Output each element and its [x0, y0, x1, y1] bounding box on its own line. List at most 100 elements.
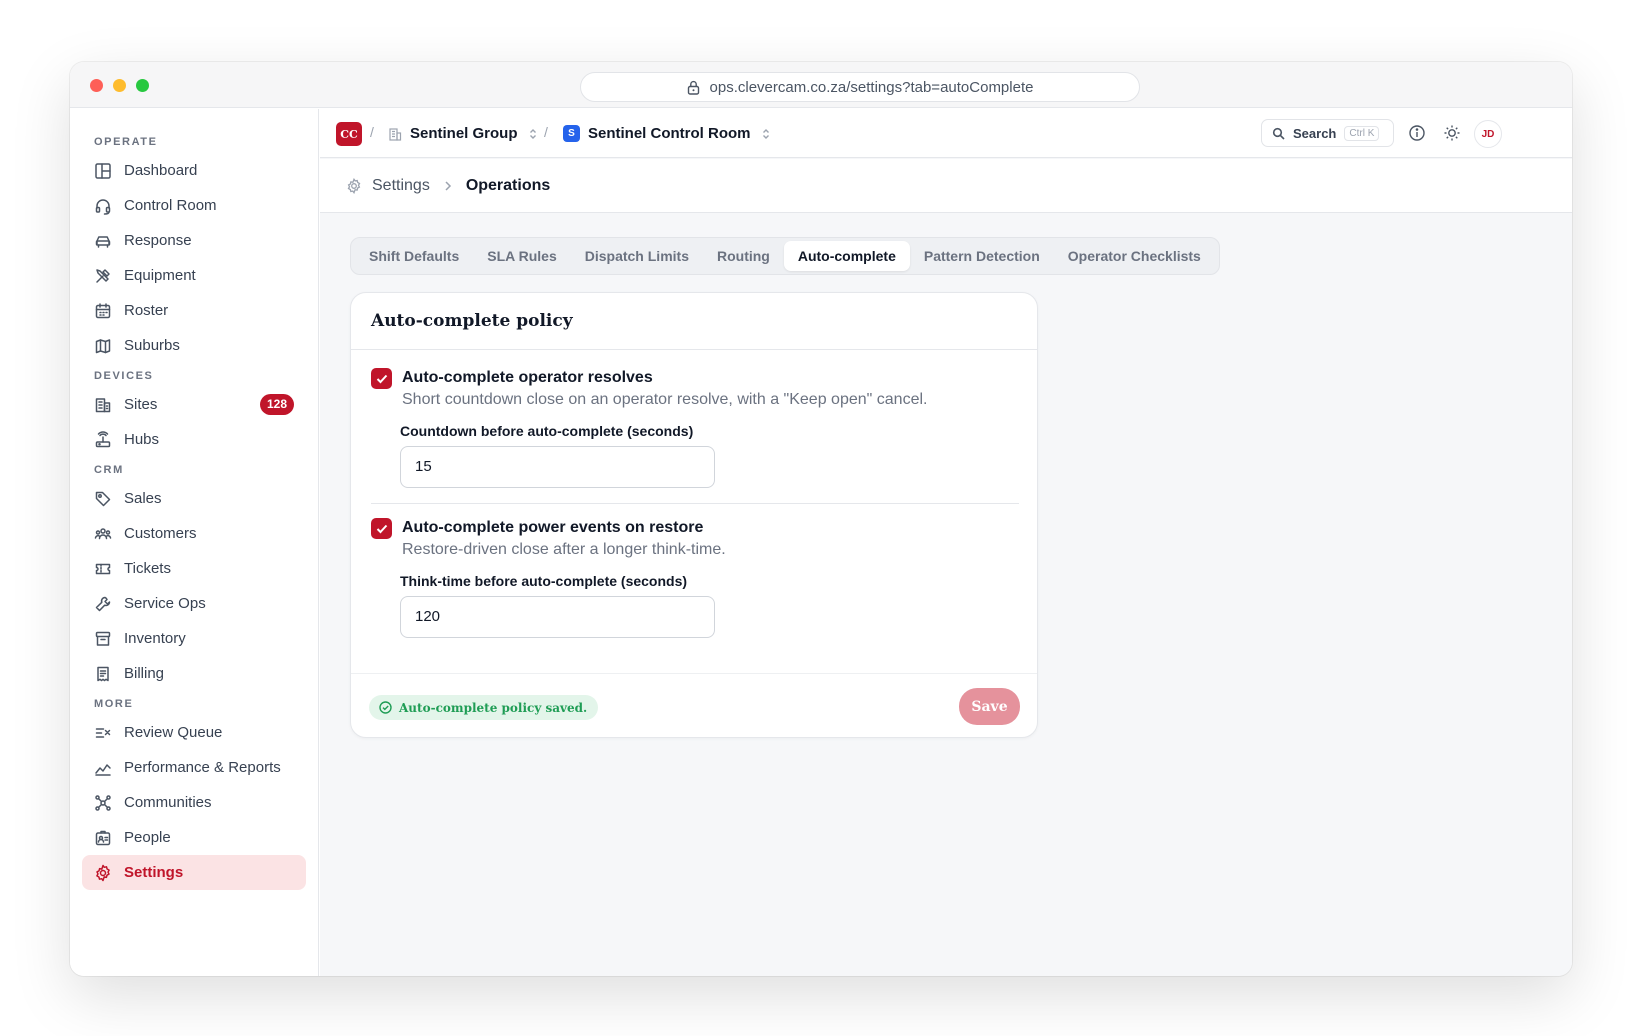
sidebar-item-dashboard[interactable]: Dashboard	[82, 153, 306, 188]
browser-titlebar: ops.clevercam.co.za/settings?tab=autoCom…	[70, 62, 1572, 108]
sidebar-item-label: Sites	[124, 396, 158, 413]
field-label: Think-time before auto-complete (seconds…	[400, 573, 688, 589]
countdown-seconds-input[interactable]: 15	[400, 446, 715, 488]
sidebar-item-label: People	[124, 829, 171, 846]
tag-icon	[94, 490, 112, 508]
map-icon	[94, 337, 112, 355]
org-switcher[interactable]: Sentinel Group	[388, 125, 538, 142]
settings-tabs: Shift Defaults SLA Rules Dispatch Limits Ro…	[350, 237, 1220, 275]
sidebar-item-billing[interactable]: Billing	[82, 656, 306, 691]
search-label: Search	[1293, 125, 1337, 141]
layout-icon	[94, 162, 112, 180]
sidebar: OPERATE Dashboard Control Room Response Equi…	[70, 109, 319, 976]
sidebar-item-label: Response	[124, 232, 192, 249]
theme-toggle-icon[interactable]	[1443, 124, 1461, 142]
sidebar-item-suburbs[interactable]: Suburbs	[82, 328, 306, 363]
sidebar-item-communities[interactable]: Communities	[82, 785, 306, 820]
tab-routing[interactable]: Routing	[703, 241, 784, 271]
option-label: Auto-complete operator resolves	[402, 369, 653, 386]
card-title: Auto-complete policy	[351, 293, 1037, 350]
power-events-checkbox[interactable]	[371, 518, 392, 539]
status-badge: Auto-complete policy saved.	[369, 695, 599, 720]
sidebar-item-roster[interactable]: Roster	[82, 293, 306, 328]
trend-icon	[94, 759, 112, 777]
sidebar-item-tickets[interactable]: Tickets	[82, 551, 306, 586]
lock-icon	[687, 80, 700, 95]
close-window-button[interactable]	[90, 79, 103, 92]
sidebar-item-equipment[interactable]: Equipment	[82, 258, 306, 293]
sidebar-item-label: Tickets	[124, 560, 171, 577]
sidebar-item-service-ops[interactable]: Service Ops	[82, 586, 306, 621]
sidebar-item-label: Customers	[124, 525, 197, 542]
router-icon	[94, 430, 112, 449]
site-switcher[interactable]: S Sentinel Control Room	[563, 125, 771, 142]
sidebar-item-people[interactable]: People	[82, 820, 306, 855]
chevron-right-icon	[444, 180, 452, 192]
ticket-icon	[94, 560, 112, 578]
site-name: Sentinel Control Room	[588, 125, 751, 142]
page-title: Operations	[465, 176, 551, 194]
sidebar-item-label: Roster	[124, 302, 169, 319]
nav-group-label: MORE	[94, 698, 134, 710]
sidebar-item-control-room[interactable]: Control Room	[82, 188, 306, 223]
sidebar-item-customers[interactable]: Customers	[82, 516, 306, 551]
id-badge-icon	[94, 829, 112, 847]
sidebar-item-label: Service Ops	[124, 595, 206, 612]
avatar[interactable]: JD	[1474, 120, 1502, 148]
sidebar-item-label: Inventory	[124, 630, 186, 647]
tab-sla-rules[interactable]: SLA Rules	[473, 241, 571, 271]
sidebar-item-label: Performance & Reports	[124, 759, 281, 776]
minimize-window-button[interactable]	[113, 79, 126, 92]
headset-icon	[94, 197, 112, 215]
tab-pattern-detection[interactable]: Pattern Detection	[910, 241, 1054, 271]
nav-group-label: CRM	[94, 464, 124, 476]
wrench-icon	[94, 595, 112, 613]
org-name: Sentinel Group	[410, 125, 518, 142]
search-shortcut: Ctrl K	[1344, 125, 1380, 141]
count-badge: 128	[259, 394, 294, 415]
nav-group-label: OPERATE	[94, 136, 158, 148]
think-time-seconds-input[interactable]: 120	[400, 596, 715, 638]
top-bar: CC / Sentinel Group / S Sentinel Control…	[320, 109, 1572, 158]
breadcrumb-separator: /	[544, 124, 548, 140]
sidebar-item-label: Suburbs	[124, 337, 180, 354]
sidebar-item-label: Dashboard	[124, 162, 198, 179]
info-icon[interactable]	[1408, 124, 1426, 142]
browser-window: ops.clevercam.co.za/settings?tab=autoCom…	[70, 62, 1572, 976]
option-label: Auto-complete power events on restore	[402, 519, 704, 536]
address-bar[interactable]: ops.clevercam.co.za/settings?tab=autoCom…	[580, 72, 1140, 102]
gear-icon	[94, 864, 112, 882]
maximize-window-button[interactable]	[136, 79, 149, 92]
tab-operator-checklists[interactable]: Operator Checklists	[1054, 241, 1215, 271]
breadcrumb-root[interactable]: Settings	[372, 177, 430, 195]
main-area: CC / Sentinel Group / S Sentinel Control…	[320, 109, 1572, 976]
tools-icon	[94, 267, 112, 285]
sidebar-item-settings[interactable]: Settings	[82, 855, 306, 890]
operator-resolves-checkbox[interactable]	[371, 368, 392, 389]
sidebar-item-inventory[interactable]: Inventory	[82, 621, 306, 656]
option-description: Short countdown close on an operator res…	[402, 391, 928, 408]
divider	[371, 503, 1019, 504]
sidebar-item-sites[interactable]: Sites 128	[82, 387, 306, 422]
sidebar-item-sales[interactable]: Sales	[82, 481, 306, 516]
building-icon	[388, 127, 402, 141]
building-icon	[94, 396, 112, 414]
receipt-icon	[94, 665, 112, 683]
car-icon	[94, 232, 112, 250]
tab-auto-complete[interactable]: Auto-complete	[783, 241, 910, 271]
field-label: Countdown before auto-complete (seconds)	[400, 423, 694, 439]
save-button[interactable]: Save	[959, 688, 1020, 725]
tab-dispatch-limits[interactable]: Dispatch Limits	[571, 241, 703, 271]
search-button[interactable]: Search Ctrl K	[1261, 119, 1394, 147]
archive-icon	[94, 630, 112, 648]
tab-shift-defaults[interactable]: Shift Defaults	[355, 241, 473, 271]
chevron-updown-icon	[761, 128, 771, 140]
sidebar-item-review-queue[interactable]: Review Queue	[82, 715, 306, 750]
sidebar-item-hubs[interactable]: Hubs	[82, 422, 306, 457]
sidebar-item-performance-reports[interactable]: Performance & Reports	[82, 750, 306, 785]
users-icon	[94, 525, 112, 543]
sidebar-item-response[interactable]: Response	[82, 223, 306, 258]
status-text: Auto-complete policy saved.	[399, 700, 588, 715]
url-text: ops.clevercam.co.za/settings?tab=autoCom…	[709, 78, 1034, 96]
calendar-icon	[94, 302, 112, 320]
